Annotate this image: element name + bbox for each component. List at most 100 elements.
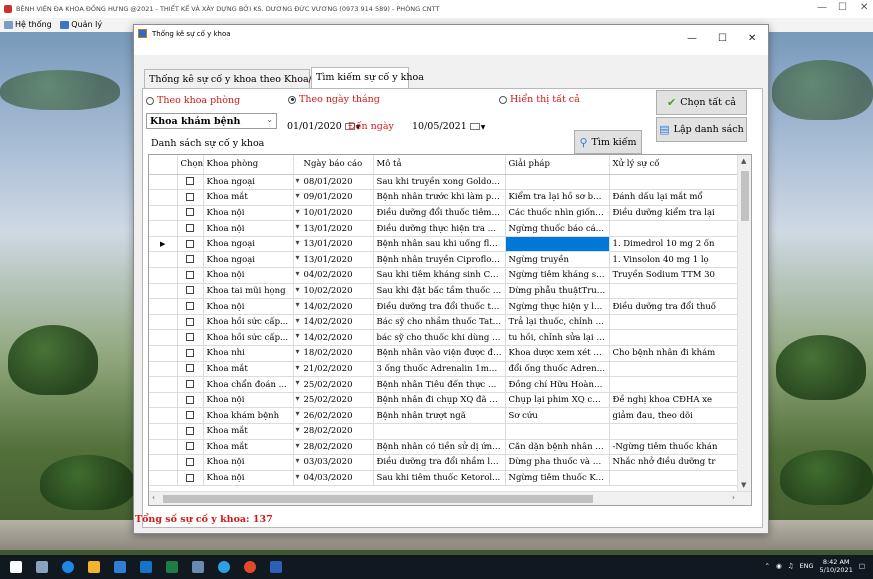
- dept-select[interactable]: Khoa khám bệnh ⌄: [146, 113, 277, 129]
- cell-khoa-phong[interactable]: Khoa nội: [203, 392, 294, 409]
- chrome-icon[interactable]: [244, 561, 256, 573]
- radio-by-date[interactable]: Theo ngày tháng: [288, 94, 380, 105]
- scroll-left-icon[interactable]: ‹: [152, 493, 155, 502]
- cell-giai-phap[interactable]: Đồng chí Hữu Hoàng đã chụ...: [505, 376, 610, 393]
- cell-mo-ta[interactable]: Bệnh nhân trước khi làm phẫ...: [373, 189, 506, 206]
- radio-by-dept[interactable]: Theo khoa phòng: [146, 95, 240, 106]
- dialog-minimize-button[interactable]: —: [687, 33, 697, 44]
- row-header[interactable]: [149, 267, 178, 284]
- row-header[interactable]: [149, 407, 178, 424]
- main-maximize-button[interactable]: ☐: [838, 2, 847, 13]
- cell-ngay-bao-cao[interactable]: 21/02/2020: [293, 361, 374, 378]
- column-header-chon[interactable]: Chọn: [177, 155, 204, 175]
- cell-giai-phap[interactable]: Trả lại thuốc, chỉnh lại y lệnh t...: [505, 314, 610, 331]
- incident-grid[interactable]: Chọn Khoa phòng Ngày báo cáo Mô tả Giải …: [148, 154, 752, 506]
- cell-xu-ly[interactable]: [609, 220, 738, 237]
- cell-xu-ly[interactable]: Nhắc nhở điều dưỡng tr: [609, 454, 738, 471]
- row-header[interactable]: [149, 439, 178, 456]
- excel-icon[interactable]: [166, 561, 178, 573]
- cell-khoa-phong[interactable]: Khoa nội: [203, 205, 294, 222]
- cell-giai-phap[interactable]: [505, 423, 610, 440]
- radio-show-all[interactable]: Hiển thị tất cả: [499, 94, 580, 105]
- cell-xu-ly[interactable]: Đề nghị khoa CĐHA xe: [609, 392, 738, 409]
- cell-giai-phap[interactable]: Các thuốc nhìn giống nhau nê...: [505, 205, 610, 222]
- cell-ngay-bao-cao[interactable]: 26/02/2020: [293, 407, 374, 424]
- scroll-right-icon[interactable]: ›: [732, 493, 735, 502]
- cell-xu-ly[interactable]: Điều dưỡng tra đổi thuố: [609, 298, 738, 315]
- row-checkbox[interactable]: [177, 345, 204, 362]
- row-checkbox[interactable]: [177, 174, 204, 191]
- checkbox[interactable]: [186, 348, 194, 357]
- row-checkbox[interactable]: [177, 470, 204, 487]
- menu-he-thong[interactable]: Hệ thống: [4, 20, 52, 29]
- cell-ngay-bao-cao[interactable]: 25/02/2020: [293, 376, 374, 393]
- cell-xu-ly[interactable]: [609, 174, 738, 191]
- row-header[interactable]: [149, 298, 178, 315]
- cell-giai-phap[interactable]: tu hồi, chỉnh sửa lại y lệnh: [505, 329, 610, 347]
- cell-ngay-bao-cao[interactable]: 10/02/2020: [293, 283, 374, 300]
- row-header[interactable]: ▶: [149, 236, 178, 253]
- cell-khoa-phong[interactable]: Khoa chẩn đoán ...: [203, 376, 294, 393]
- cell-giai-phap[interactable]: Ngừng truyền: [505, 251, 610, 269]
- row-header[interactable]: [149, 361, 178, 378]
- row-checkbox[interactable]: [177, 251, 204, 269]
- row-checkbox[interactable]: [177, 392, 204, 409]
- cell-mo-ta[interactable]: Sau khi tiêm kháng sinh Cera...: [373, 267, 506, 284]
- row-header[interactable]: [149, 189, 178, 206]
- store-icon[interactable]: [114, 561, 126, 573]
- cell-khoa-phong[interactable]: Khoa nội: [203, 454, 294, 471]
- scroll-down-icon[interactable]: ▼: [741, 481, 746, 489]
- table-row[interactable]: Khoa tai mũi họng10/02/2020Sau khi đặt b…: [149, 283, 738, 300]
- cell-xu-ly[interactable]: [609, 361, 738, 378]
- table-row[interactable]: Khoa hồi sức cấp...14/02/2020bác sỹ cho …: [149, 329, 738, 347]
- row-header[interactable]: [149, 329, 178, 347]
- main-minimize-button[interactable]: —: [817, 2, 827, 13]
- checkbox[interactable]: [186, 286, 194, 295]
- cell-xu-ly[interactable]: Đánh dấu lại mắt mổ: [609, 189, 738, 206]
- checkbox[interactable]: [186, 364, 194, 373]
- cell-ngay-bao-cao[interactable]: 28/02/2020: [293, 439, 374, 456]
- row-header[interactable]: [149, 423, 178, 440]
- checkbox[interactable]: [186, 177, 194, 186]
- cell-mo-ta[interactable]: Bệnh nhân trượt ngã: [373, 407, 506, 424]
- file-explorer-icon[interactable]: [88, 561, 100, 573]
- cell-ngay-bao-cao[interactable]: 03/03/2020: [293, 454, 374, 471]
- cell-khoa-phong[interactable]: Khoa khám bệnh: [203, 407, 294, 424]
- checkbox[interactable]: [186, 302, 194, 311]
- task-view-icon[interactable]: [36, 561, 48, 573]
- table-row[interactable]: Khoa nội25/02/2020Bệnh nhân đi chụp XQ đ…: [149, 392, 738, 409]
- column-header-ngay-bao-cao[interactable]: Ngày báo cáo: [293, 155, 374, 175]
- notification-icon[interactable]: □: [859, 562, 865, 570]
- cell-ngay-bao-cao[interactable]: 14/02/2020: [293, 329, 374, 347]
- tab-stats-by-dept[interactable]: Thống kê sự cố y khoa theo Khoa/phòng: [144, 69, 342, 89]
- checkbox[interactable]: [186, 317, 194, 326]
- cell-ngay-bao-cao[interactable]: 18/02/2020: [293, 345, 374, 362]
- cell-khoa-phong[interactable]: Khoa ngoại: [203, 251, 294, 269]
- table-row[interactable]: Khoa nội10/01/2020Điều dưỡng đổi thuốc t…: [149, 205, 738, 222]
- row-checkbox[interactable]: [177, 220, 204, 237]
- checkbox[interactable]: [186, 457, 194, 466]
- checkbox[interactable]: [186, 224, 194, 233]
- cell-mo-ta[interactable]: Bệnh nhân vào viện được đặt...: [373, 345, 506, 362]
- cell-khoa-phong[interactable]: Khoa hồi sức cấp...: [203, 314, 294, 331]
- cell-khoa-phong[interactable]: Khoa mắt: [203, 423, 294, 440]
- cell-khoa-phong[interactable]: Khoa ngoại: [203, 174, 294, 191]
- cell-khoa-phong[interactable]: Khoa nhi: [203, 345, 294, 362]
- row-checkbox[interactable]: [177, 298, 204, 315]
- horizontal-scrollbar[interactable]: ‹ ›: [149, 491, 751, 505]
- cell-khoa-phong[interactable]: Khoa nội: [203, 267, 294, 284]
- cell-khoa-phong[interactable]: Khoa tai mũi họng: [203, 283, 294, 300]
- table-row[interactable]: Khoa hồi sức cấp...14/02/2020Bác sỹ cho …: [149, 314, 738, 331]
- row-checkbox[interactable]: [177, 361, 204, 378]
- row-header[interactable]: [149, 454, 178, 471]
- cell-ngay-bao-cao[interactable]: 09/01/2020: [293, 189, 374, 206]
- column-header-khoa-phong[interactable]: Khoa phòng: [203, 155, 294, 175]
- table-row[interactable]: Khoa mắt21/02/20203 ống thuốc Adrenalin …: [149, 361, 738, 378]
- scroll-up-icon[interactable]: ▲: [741, 157, 746, 165]
- checkbox[interactable]: [186, 473, 194, 482]
- row-checkbox[interactable]: [177, 407, 204, 424]
- cell-giai-phap[interactable]: Dừng pha thuốc và kiểm tra l...: [505, 454, 610, 471]
- cell-mo-ta[interactable]: Bệnh nhân truyền Ciproflorxa...: [373, 251, 506, 269]
- cell-xu-ly[interactable]: [609, 283, 738, 300]
- cell-mo-ta[interactable]: Điều dưỡng tra đổi nhầm loạ...: [373, 454, 506, 471]
